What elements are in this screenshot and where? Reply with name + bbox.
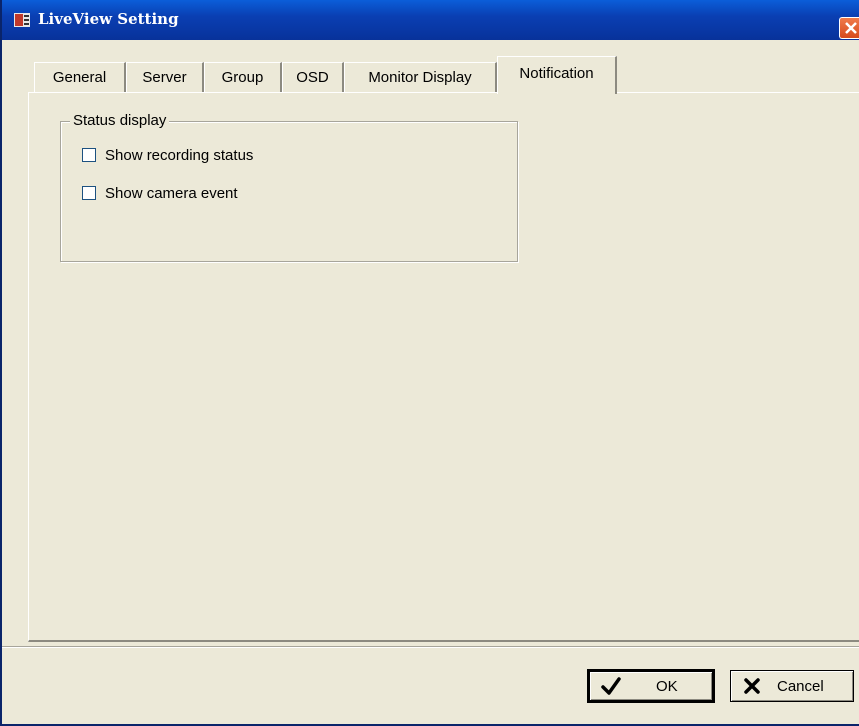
tab-general[interactable]: General: [34, 62, 126, 92]
cancel-button-label: Cancel: [777, 677, 824, 695]
tab-label: Server: [142, 69, 187, 86]
x-icon: [744, 678, 760, 694]
tab-label: Group: [221, 69, 264, 86]
close-icon: [845, 22, 857, 34]
app-settings-icon: [14, 13, 30, 27]
close-button[interactable]: [839, 17, 859, 39]
cancel-button[interactable]: Cancel: [730, 670, 854, 702]
tab-label: Monitor Display: [368, 69, 472, 86]
show-camera-event-label: Show camera event: [105, 184, 238, 202]
tab-server[interactable]: Server: [126, 62, 204, 92]
show-recording-status-option[interactable]: Show recording status: [82, 145, 253, 165]
tab-monitor-display[interactable]: Monitor Display: [344, 62, 497, 92]
tab-osd[interactable]: OSD: [282, 62, 344, 92]
ok-button-label: OK: [656, 677, 678, 695]
tab-label: OSD: [296, 69, 329, 86]
tab-group[interactable]: Group: [204, 62, 282, 92]
ok-button[interactable]: OK: [587, 669, 715, 703]
checkmark-icon: [601, 677, 621, 695]
status-display-group-title: Status display: [70, 112, 170, 130]
window-title: LiveView Setting: [38, 10, 179, 28]
show-camera-event-checkbox[interactable]: [82, 186, 96, 200]
tab-notification[interactable]: Notification: [497, 56, 617, 94]
liveview-setting-dialog: LiveView Setting General Server Group OS…: [0, 0, 859, 726]
show-recording-status-label: Show recording status: [105, 146, 254, 164]
tab-label: Notification: [519, 65, 594, 82]
footer-separator: [2, 646, 859, 648]
show-camera-event-option[interactable]: Show camera event: [82, 183, 238, 203]
tab-label: General: [52, 69, 107, 86]
title-bar[interactable]: LiveView Setting: [2, 0, 859, 40]
show-recording-status-checkbox[interactable]: [82, 148, 96, 162]
